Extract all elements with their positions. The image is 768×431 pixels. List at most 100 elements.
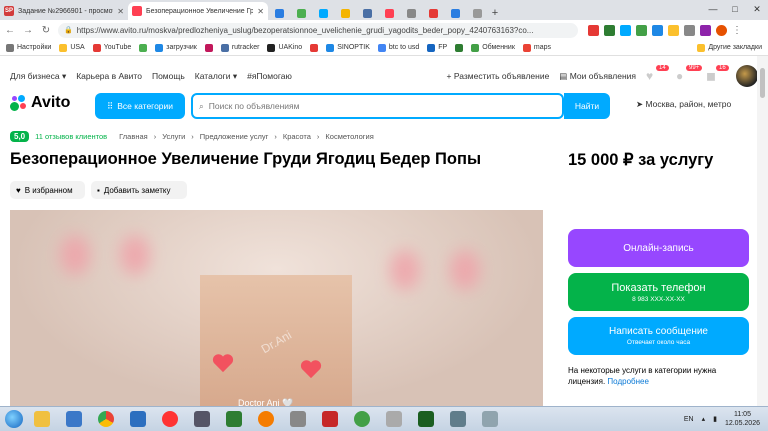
write-message-button[interactable]: Написать сообщение Отвечает около часа — [568, 317, 749, 355]
search-input[interactable]: ⌕ Поиск по объявлениям — [191, 93, 564, 119]
nav-link-catalogs[interactable]: Каталоги ▾ — [195, 71, 237, 82]
maximize-icon[interactable]: □ — [724, 0, 746, 18]
extension-icon[interactable] — [588, 24, 599, 36]
other-bookmarks[interactable]: Другие закладки — [697, 43, 762, 52]
bookmark-item[interactable]: SINOPTIK — [326, 43, 370, 52]
tab-mini[interactable] — [356, 6, 378, 20]
taskbar-app[interactable] — [444, 408, 472, 430]
favorites-heart-icon[interactable]: ♥ 14 — [646, 65, 669, 83]
show-phone-button[interactable]: Показать телефон 8 983 XXX-XX-XX — [568, 273, 749, 311]
add-note-button[interactable]: ▪ Добавить заметку — [91, 181, 187, 199]
bookmark-item[interactable] — [204, 43, 213, 52]
extension-icon[interactable] — [636, 24, 647, 36]
tab-mini[interactable] — [378, 6, 400, 20]
breadcrumb-item[interactable]: Главная — [119, 132, 148, 141]
tab-mini[interactable] — [334, 6, 356, 20]
extension-icon[interactable] — [652, 24, 663, 36]
search-button[interactable]: Найти — [564, 93, 610, 119]
taskbar-app[interactable] — [28, 408, 56, 430]
page-title: Безоперационное Увеличение Груди Ягодиц … — [10, 150, 482, 168]
breadcrumb-item[interactable]: Косметология — [325, 132, 373, 141]
breadcrumb-item[interactable]: Красота — [283, 132, 311, 141]
tab-mini[interactable] — [400, 6, 422, 20]
taskbar-app[interactable] — [284, 408, 312, 430]
taskbar-app[interactable] — [252, 408, 280, 430]
profile-icon[interactable] — [716, 24, 727, 36]
tab-avito[interactable]: Безоперационное Увеличение Гр ✕ — [128, 2, 268, 20]
favorite-button[interactable]: ♥ В избранном — [10, 181, 85, 199]
extension-icon[interactable] — [668, 24, 679, 36]
cart-icon[interactable]: ◼ 16 — [706, 65, 729, 83]
taskbar-app[interactable] — [316, 408, 344, 430]
menu-icon[interactable]: ⋮ — [732, 25, 742, 36]
nav-link-help[interactable]: Помощь — [152, 71, 185, 81]
taskbar-app[interactable] — [220, 408, 248, 430]
reviews-link[interactable]: 11 отзывов клиентов — [35, 132, 107, 141]
reload-icon[interactable]: ↻ — [40, 25, 52, 36]
clock[interactable]: 11:05 12.05.2026 — [725, 410, 760, 428]
avatar[interactable] — [736, 65, 758, 87]
nav-link-business[interactable]: Для бизнеса ▾ — [10, 71, 66, 82]
taskbar-app[interactable] — [156, 408, 184, 430]
avito-logo[interactable]: Avito — [10, 94, 70, 112]
extension-icon[interactable] — [700, 24, 711, 36]
forward-icon[interactable]: → — [22, 25, 34, 36]
minimize-icon[interactable]: — — [702, 0, 724, 18]
messages-icon[interactable]: ● 99+ — [676, 65, 703, 83]
my-ads-link[interactable]: ▤ Мои объявления — [559, 71, 636, 82]
extension-icon[interactable] — [684, 24, 695, 36]
network-icon[interactable]: ▮ — [713, 415, 717, 423]
taskbar-app[interactable] — [188, 408, 216, 430]
tab-mini[interactable] — [444, 6, 466, 20]
bookmark-item[interactable]: загрузчик — [155, 43, 197, 52]
bookmark-item[interactable] — [455, 43, 464, 52]
nav-link-career[interactable]: Карьера в Авито — [76, 71, 142, 81]
taskbar-app[interactable] — [348, 408, 376, 430]
bookmark-item[interactable]: FP — [427, 43, 447, 52]
bookmark-item[interactable]: Настройки — [6, 43, 51, 52]
breadcrumb-item[interactable]: Услуги — [162, 132, 185, 141]
taskbar-app[interactable] — [380, 408, 408, 430]
all-categories-button[interactable]: ⠿ Все категории — [95, 93, 185, 119]
tab-mini[interactable] — [268, 6, 290, 20]
breadcrumb-item[interactable]: Предложение услуг — [200, 132, 269, 141]
taskbar-app[interactable] — [92, 408, 120, 430]
tab-mini[interactable] — [290, 6, 312, 20]
tab-mini[interactable] — [422, 6, 444, 20]
listing-photo[interactable]: Dr.Ani Doctor Ani 🤍 — [10, 210, 543, 407]
scrollbar[interactable] — [757, 56, 768, 406]
close-icon[interactable]: ✕ — [257, 7, 264, 16]
taskbar-app[interactable] — [124, 408, 152, 430]
tab-mini[interactable] — [312, 6, 334, 20]
url-field[interactable]: 🔒 https://www.avito.ru/moskva/predlozhen… — [58, 22, 578, 38]
tab-task[interactable]: SP Задание №2966901 - просмотр з ✕ — [0, 2, 128, 20]
taskbar-app[interactable] — [476, 408, 504, 430]
extension-icon[interactable] — [620, 24, 631, 36]
bookmark-item[interactable]: USA — [59, 43, 85, 52]
scrollbar-thumb[interactable] — [760, 68, 765, 98]
bookmark-item[interactable]: rutracker — [220, 43, 259, 52]
nav-link-help-hashtag[interactable]: #яПомогаю — [247, 71, 292, 81]
bookmark-item[interactable]: btc to usd — [377, 43, 419, 52]
close-icon[interactable]: ✕ — [117, 7, 124, 16]
taskbar-app[interactable] — [412, 408, 440, 430]
new-tab-icon[interactable]: + — [488, 6, 502, 20]
more-link[interactable]: Подробнее — [607, 377, 649, 386]
taskbar-app[interactable] — [60, 408, 88, 430]
bookmark-item[interactable]: maps — [522, 43, 551, 52]
volume-icon[interactable]: ▴ — [702, 415, 706, 423]
bookmark-item[interactable]: YouTube — [92, 43, 131, 52]
close-window-icon[interactable]: ✕ — [746, 0, 768, 18]
back-icon[interactable]: ← — [4, 25, 16, 36]
extension-icon[interactable] — [604, 24, 615, 36]
bookmark-item[interactable]: UAKino — [267, 43, 302, 52]
bookmark-item[interactable] — [310, 43, 319, 52]
start-button[interactable] — [0, 407, 28, 431]
language-indicator[interactable]: EN — [684, 416, 694, 423]
bookmark-item[interactable] — [139, 43, 148, 52]
online-booking-button[interactable]: Онлайн-запись — [568, 229, 749, 267]
location-selector[interactable]: ➤ Москва, район, метро — [636, 99, 731, 110]
bookmark-item[interactable]: Обменник — [471, 43, 515, 52]
tab-mini[interactable] — [466, 6, 488, 20]
post-ad-link[interactable]: + Разместить объявление — [447, 71, 550, 81]
